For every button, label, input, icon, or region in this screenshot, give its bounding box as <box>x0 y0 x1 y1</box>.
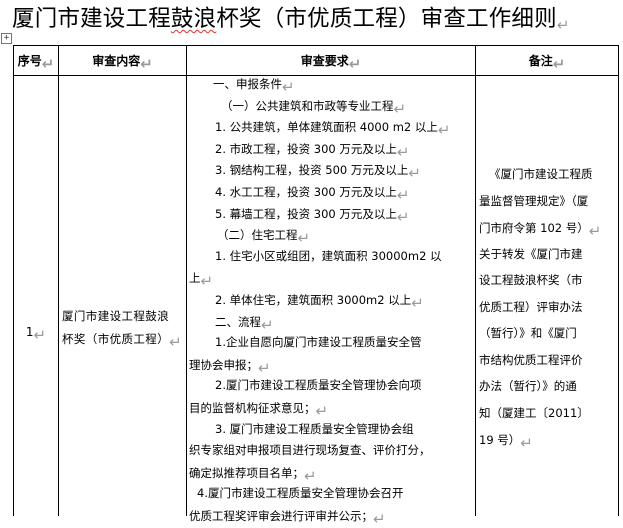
paragraph-mark-icon: ↵ <box>393 99 407 118</box>
paragraph-mark-icon: ↵ <box>556 16 570 34</box>
column-divider <box>186 46 187 516</box>
requirement-line: 1. 公共建筑，单体建筑面积 4000 m2 以上↵ <box>215 120 451 140</box>
requirement-line: 目的监督机构征求意见；↵ <box>189 400 329 420</box>
requirement-line: 确定拟推荐项目名单；↵ <box>189 465 317 485</box>
requirement-line: 4.厦门市建设工程质量安全管理协会召开 <box>197 486 404 501</box>
header-seq: 序号↵ <box>17 54 55 73</box>
paragraph-mark-icon: ↵ <box>373 509 386 528</box>
note-line: 《厦门市建设工程质 <box>489 167 593 181</box>
requirement-line: 5. 幕墙工程，投资 300 万元及以上↵ <box>215 206 410 226</box>
note-line: 办法（暂行）》的通 <box>479 379 577 393</box>
requirement-line: 2. 市政工程，投资 300 万元及以上↵ <box>215 141 410 161</box>
row-content: 厦门市建设工程鼓浪 杯奖（市优质工程）↵ <box>62 305 186 351</box>
note-line: 设工程鼓浪杯奖（市 <box>479 273 583 287</box>
note-line: 知（厦建工〔2011〕 <box>479 405 589 420</box>
note-line: 关于转发《厦门市建 <box>479 246 583 261</box>
row-notes: 《厦门市建设工程质量监督管理规定》（厦门市府令第 102 号）↵ 关于转发《厦门市… <box>479 161 619 453</box>
content-line: 杯奖（市优质工程）↵ <box>62 332 183 351</box>
paragraph-mark-icon: ↵ <box>258 358 271 377</box>
header-requirement: 审查要求↵ <box>300 54 362 73</box>
title-part-2: 杯奖（市优质工程）审查工作细则 <box>216 6 557 32</box>
requirement-line: 3. 钢结构工程，投资 500 万元及以上↵ <box>215 163 421 183</box>
requirement-line: 2.厦门市建设工程质量安全管理协会向项 <box>215 378 422 393</box>
requirement-line: 上↵ <box>189 271 214 291</box>
requirement-line: 二、流程↵ <box>215 314 274 334</box>
document-title: 厦门市建设工程鼓浪杯奖（市优质工程）审查工作细则↵ <box>12 4 617 36</box>
review-table: 序号↵ 审查内容↵ 审查要求↵ 备注↵ 1↵ 厦门市建设工程鼓浪 杯奖（市优质工… <box>13 45 619 528</box>
paragraph-mark-icon: ↵ <box>520 434 533 452</box>
note-line: （暂行）》和《厦门 <box>479 326 577 340</box>
paragraph-mark-icon: ↵ <box>396 142 410 161</box>
note-line: 优质工程）评审办法 <box>479 299 583 314</box>
requirement-line: （二）住宅工程↵ <box>217 228 311 248</box>
title-part-spellcheck: 鼓浪 <box>170 6 217 32</box>
paragraph-mark-icon: ↵ <box>261 315 274 334</box>
requirement-line: 2. 单体住宅，建筑面积 3000m2 以上↵ <box>215 292 424 312</box>
move-anchor-icon[interactable]: + <box>1 33 12 44</box>
requirement-line: 优质工程奖评审会进行评审并公示；↵ <box>189 508 386 528</box>
note-line: 市结构优质工程评价 <box>479 352 583 367</box>
paragraph-mark-icon: ↵ <box>588 222 602 240</box>
requirement-line: 织专家组对申报项目进行现场复查、评价打分， <box>189 443 431 458</box>
paragraph-mark-icon: ↵ <box>408 164 421 183</box>
paragraph-mark-icon: ↵ <box>297 229 311 248</box>
column-divider <box>58 46 59 516</box>
note-line: 19 号）↵ <box>479 433 533 452</box>
paragraph-mark-icon: ↵ <box>200 272 214 291</box>
paragraph-mark-icon: ↵ <box>411 293 424 312</box>
requirement-line: （一）公共建筑和市政等专业工程↵ <box>221 98 407 118</box>
paragraph-mark-icon: ↵ <box>282 78 295 96</box>
requirement-line: 4. 水工工程，投资 300 万元及以上↵ <box>215 184 410 204</box>
paragraph-mark-icon: ↵ <box>315 401 329 420</box>
content-line: 厦门市建设工程鼓浪 <box>62 309 170 323</box>
note-line: 量监督管理规定》（厦 <box>479 193 589 208</box>
requirement-line: 一、申报条件↵ <box>213 77 295 96</box>
header-content: 审查内容↵ <box>92 54 153 73</box>
row-requirements: 一、申报条件↵ （一）公共建筑和市政等专业工程↵ 1. 公共建筑，单体建筑面积 40… <box>189 73 474 528</box>
paragraph-mark-icon: ↵ <box>304 466 317 485</box>
requirement-line: 1.企业自愿向厦门市建设工程质量安全管 <box>215 335 422 350</box>
paragraph-mark-icon: ↵ <box>437 121 451 140</box>
requirement-line: 3. 厦门市建设工程质量安全管理协会组 <box>215 421 414 436</box>
requirement-line: 1. 住宅小区或组团，建筑面积 30000m2 以 <box>215 248 442 263</box>
requirement-line: 理协会申报；↵ <box>189 357 271 377</box>
column-divider <box>475 46 476 516</box>
title-part-1: 厦门市建设工程 <box>12 6 171 32</box>
note-line: 门市府令第 102 号）↵ <box>479 221 602 240</box>
paragraph-mark-icon: ↵ <box>396 207 410 226</box>
header-note: 备注↵ <box>528 54 566 73</box>
row-seq: 1↵ <box>25 325 47 344</box>
paragraph-mark-icon: ↵ <box>396 185 410 204</box>
